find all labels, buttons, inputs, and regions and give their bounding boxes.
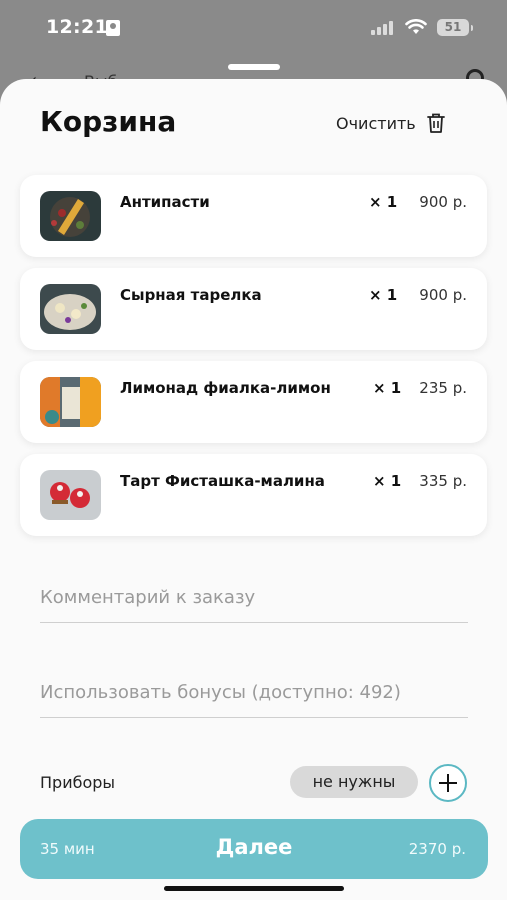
add-cutlery-button[interactable] <box>429 764 467 802</box>
trash-icon <box>426 113 445 133</box>
cart-item[interactable]: Антипасти × 1 900 р. <box>20 175 487 257</box>
item-quantity: × 1 <box>369 193 398 211</box>
comment-input[interactable]: Комментарий к заказу <box>40 587 468 623</box>
item-name: Антипасти <box>120 193 210 211</box>
cellular-signal-icon <box>371 21 395 35</box>
cutlery-label: Приборы <box>40 773 116 792</box>
item-price: 900 р. <box>419 286 467 304</box>
item-quantity: × 1 <box>373 379 402 397</box>
cutlery-value-button[interactable]: не нужны <box>290 766 418 798</box>
item-name: Лимонад фиалка-лимон <box>120 379 331 397</box>
item-photo <box>40 470 101 520</box>
clear-cart-button[interactable]: Очистить <box>336 112 446 134</box>
item-quantity: × 1 <box>373 472 402 490</box>
item-quantity: × 1 <box>369 286 398 304</box>
item-name: Сырная тарелка <box>120 286 262 304</box>
cart-item[interactable]: Лимонад фиалка-лимон × 1 235 р. <box>20 361 487 443</box>
cart-sheet: Корзина Очистить Антипасти × 1 900 р. Сы… <box>0 79 507 900</box>
bonus-input[interactable]: Использовать бонусы (доступно: 492) <box>40 682 468 718</box>
sheet-grabber[interactable] <box>228 64 280 70</box>
contact-card-icon <box>106 20 120 36</box>
home-indicator[interactable] <box>164 886 344 891</box>
status-time: 12:21 <box>46 16 108 38</box>
next-button[interactable]: 35 мин Далее 2370 р. <box>20 819 488 879</box>
item-price: 900 р. <box>419 193 467 211</box>
page-title: Корзина <box>40 105 177 138</box>
cart-item[interactable]: Сырная тарелка × 1 900 р. <box>20 268 487 350</box>
battery-indicator: 51 <box>437 19 473 36</box>
item-photo <box>40 284 101 334</box>
item-price: 235 р. <box>419 379 467 397</box>
order-total: 2370 р. <box>408 840 466 858</box>
cart-item[interactable]: Тарт Фисташка-малина × 1 335 р. <box>20 454 487 536</box>
clear-cart-label: Очистить <box>336 113 416 133</box>
item-name: Тарт Фисташка-малина <box>120 472 325 490</box>
item-photo <box>40 377 101 427</box>
status-bar: 12:21 51 <box>0 0 507 56</box>
item-photo <box>40 191 101 241</box>
wifi-icon <box>405 19 427 34</box>
item-price: 335 р. <box>419 472 467 490</box>
